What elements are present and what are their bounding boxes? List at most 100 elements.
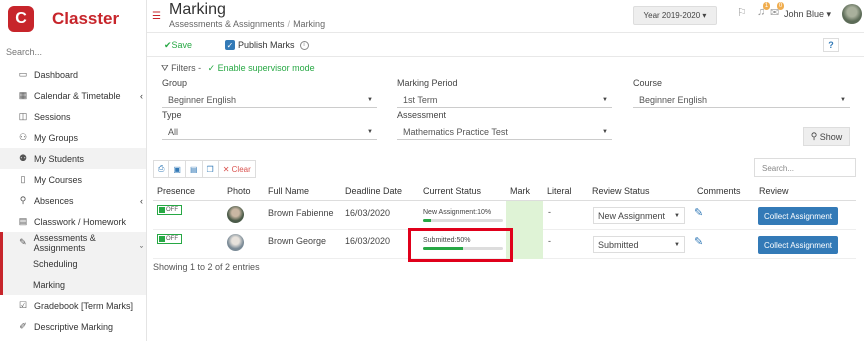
edit-icon: ✎ [19, 237, 27, 247]
column-label: Presence [157, 186, 196, 196]
avatar[interactable] [842, 4, 862, 24]
filters-panel: ⛛ Filters - ✓ Enable supervisor mode Gro… [147, 57, 864, 147]
user-menu[interactable]: John Blue ▾ [784, 9, 831, 20]
sidebar-item-my-groups[interactable]: ⚇ My Groups [0, 127, 146, 148]
clear-button[interactable]: ✕ Clear [217, 160, 256, 178]
sidebar-item-classwork[interactable]: ▤ Classwork / Homework [0, 211, 146, 232]
save-button[interactable]: ✔Save [164, 40, 192, 51]
sidebar-item-dashboard[interactable]: ▭ Dashboard [0, 64, 146, 85]
supervisor-label: Enable supervisor mode [217, 63, 315, 73]
caret-down-icon: ▼ [674, 213, 680, 219]
file-icon: ▤ [189, 164, 198, 174]
edit-comment-icon[interactable]: ✎ [694, 206, 703, 219]
filter-icon: ⛛ [161, 63, 169, 73]
chevron-left-icon: ‹ [140, 195, 143, 206]
logo[interactable]: C Classter [0, 0, 146, 38]
user-name: John Blue [784, 9, 825, 19]
sidebar: C Classter Search... ▭ Dashboard ▦ Calen… [0, 0, 147, 341]
sidebar-item-assessments[interactable]: ✎ Assessments & Assignments ˇ [0, 232, 146, 255]
close-icon: ✕ [222, 164, 230, 174]
sidebar-item-scheduling[interactable]: Scheduling [0, 253, 146, 274]
sidebar-item-gradebook[interactable]: ☑ Gradebook [Term Marks] [0, 295, 146, 316]
groups-icon: ⚇ [18, 132, 28, 142]
column-label: Full Name [268, 186, 310, 196]
toolbar: ✔Save ✓ Publish Marks i ? [147, 33, 864, 57]
publish-marks-checkbox[interactable]: ✓ Publish Marks i [225, 40, 309, 50]
student-photo [227, 206, 244, 223]
student-name: Brown George [268, 236, 327, 246]
column-header-current-status[interactable]: Current Status [419, 183, 506, 200]
table-search-input[interactable]: Search... [754, 158, 856, 177]
progress-fill [423, 219, 431, 222]
page-title: Marking [169, 1, 226, 18]
export-file-button[interactable]: ▤ [184, 160, 203, 178]
sidebar-item-label: Gradebook [Term Marks] [34, 300, 134, 311]
sidebar-item-descriptive-marking[interactable]: ✐ Descriptive Marking [0, 316, 146, 337]
top-bar: ☰ Marking Assessments & Assignments / Mark… [147, 0, 864, 33]
column-label: Literal [547, 186, 572, 196]
filters-toggle[interactable]: ⛛ Filters - ✓ Enable supervisor mode [161, 63, 315, 74]
enable-supervisor-link[interactable]: ✓ Enable supervisor mode [208, 63, 315, 73]
sidebar-item-label: Sessions [34, 111, 71, 122]
edit-comment-icon[interactable]: ✎ [694, 235, 703, 248]
column-header-photo[interactable]: Photo [223, 183, 264, 200]
toggle-label: OFF [166, 207, 178, 213]
students-icon: ⚉ [18, 153, 28, 163]
sidebar-item-label: My Students [34, 153, 85, 164]
column-header-review[interactable]: Review [755, 183, 856, 200]
publish-label: Publish Marks [238, 40, 295, 50]
column-label: Comments [697, 186, 741, 196]
column-header-full-name[interactable]: Full Name [264, 183, 341, 200]
review-status-value: New Assignment [598, 211, 666, 221]
sidebar-item-sessions[interactable]: ◫ Sessions [0, 106, 146, 127]
flag-icon[interactable]: ⚐ [737, 6, 747, 19]
export-excel-button[interactable]: ▣ [168, 160, 186, 178]
help-button[interactable]: ? [823, 38, 839, 52]
breadcrumb: Assessments & Assignments / Marking [169, 19, 326, 29]
caret-down-icon: ▼ [840, 97, 846, 103]
column-header-review-status[interactable]: Review Status [588, 183, 693, 200]
column-header-presence[interactable]: Presence [153, 183, 213, 200]
literal-value: - [548, 236, 551, 246]
collect-assignment-button[interactable]: Collect Assignment [758, 207, 838, 225]
marking-period-value: 1st Term [403, 95, 438, 105]
review-status-select[interactable]: New Assignment ▼ [593, 207, 685, 224]
column-header-literal[interactable]: Literal [543, 183, 588, 200]
group-label: Group [162, 78, 188, 88]
presence-toggle[interactable]: OFF [157, 234, 182, 244]
presence-toggle[interactable]: OFF [157, 205, 182, 215]
sidebar-item-my-students[interactable]: ⚉ My Students [0, 148, 146, 169]
sidebar-item-marking[interactable]: Marking [0, 274, 146, 295]
mail-icon[interactable]: ✉ 0 [770, 2, 785, 19]
sidebar-search-input[interactable]: Search... [0, 38, 146, 64]
mark-input[interactable] [506, 201, 543, 230]
student-photo [227, 234, 244, 251]
column-header-comments[interactable]: Comments [693, 183, 755, 200]
column-header-mark[interactable]: Mark [506, 183, 543, 200]
sidebar-item-my-courses[interactable]: ▯ My Courses [0, 169, 146, 190]
menu-icon[interactable]: ☰ [152, 11, 161, 22]
marking-period-select[interactable]: 1st Term ▼ [397, 92, 612, 108]
course-select[interactable]: Beginner English ▼ [633, 92, 850, 108]
bell-icon[interactable]: ♫ 1 [757, 2, 771, 18]
absence-icon: ⚲ [19, 195, 27, 205]
show-button[interactable]: ⚲ Show [803, 127, 850, 146]
group-select[interactable]: Beginner English ▼ [162, 92, 377, 108]
type-label: Type [162, 110, 182, 120]
info-icon[interactable]: i [299, 40, 309, 50]
type-select[interactable]: All ▼ [162, 124, 377, 140]
copy-button[interactable]: ❐ [201, 160, 219, 178]
review-status-select[interactable]: Submitted ▼ [593, 236, 685, 253]
column-label: Current Status [423, 186, 482, 196]
year-selector[interactable]: Year 2019-2020 ▾ [633, 6, 717, 25]
checkbox-checked-icon: ✓ [225, 40, 235, 50]
print-button[interactable]: ⎙ [153, 160, 170, 178]
caret-down-icon: ▼ [602, 97, 608, 103]
column-header-deadline-date[interactable]: Deadline Date [341, 183, 419, 200]
sidebar-item-absences[interactable]: ⚲ Absences ‹ [0, 190, 146, 211]
collect-assignment-button[interactable]: Collect Assignment [758, 236, 838, 254]
assessment-select[interactable]: Mathematics Practice Test ▼ [397, 124, 612, 140]
sidebar-item-label: Descriptive Marking [34, 321, 114, 332]
breadcrumb-item[interactable]: Assessments & Assignments [169, 19, 285, 29]
sidebar-item-calendar[interactable]: ▦ Calendar & Timetable ‹ [0, 85, 146, 106]
